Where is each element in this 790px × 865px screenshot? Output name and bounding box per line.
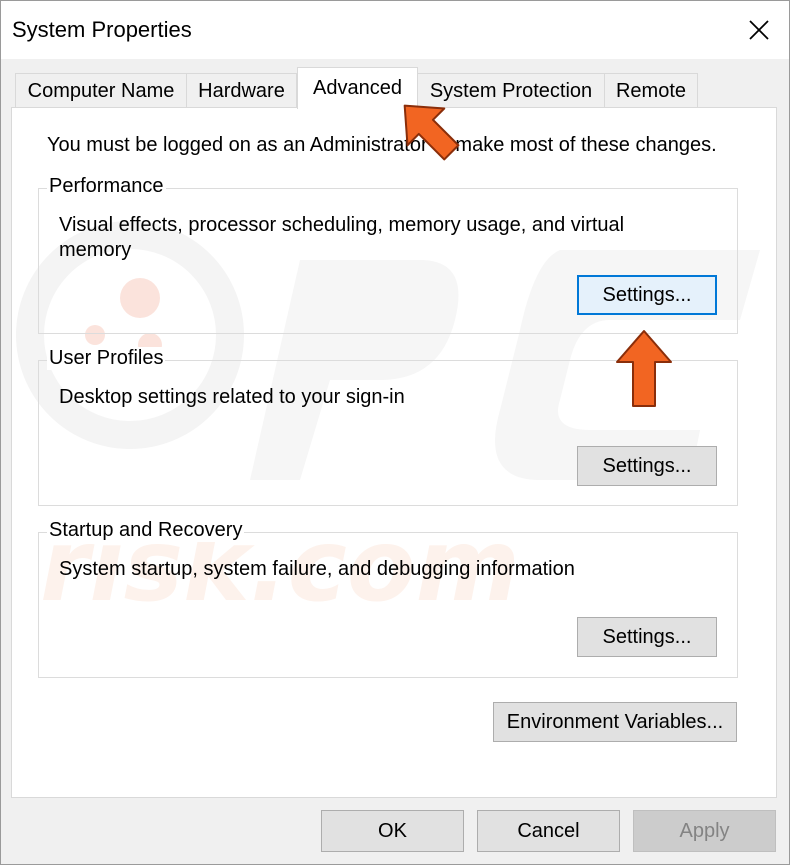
user-profiles-description: Desktop settings related to your sign-in	[59, 386, 405, 408]
startup-recovery-group: Startup and Recovery System startup, sys…	[38, 519, 738, 678]
ok-button[interactable]: OK	[321, 810, 464, 852]
performance-description: Visual effects, processor scheduling, me…	[59, 214, 625, 261]
user-profiles-label: User Profiles	[47, 347, 166, 370]
cancel-button[interactable]: Cancel	[477, 810, 620, 852]
environment-variables-button[interactable]: Environment Variables...	[493, 702, 737, 742]
advanced-content: You must be logged on as an Administrato…	[0, 0, 790, 865]
performance-settings-button[interactable]: Settings...	[577, 275, 717, 315]
apply-button[interactable]: Apply	[633, 810, 776, 852]
startup-recovery-label: Startup and Recovery	[47, 519, 245, 542]
startup-recovery-description: System startup, system failure, and debu…	[59, 558, 575, 580]
performance-group: Performance Visual effects, processor sc…	[38, 175, 738, 334]
performance-label: Performance	[47, 175, 166, 198]
admin-notice: You must be logged on as an Administrato…	[47, 134, 717, 156]
user-profiles-group: User Profiles Desktop settings related t…	[38, 347, 738, 506]
startup-recovery-settings-button[interactable]: Settings...	[577, 617, 717, 657]
tab-advanced[interactable]: Advanced	[297, 67, 418, 109]
user-profiles-settings-button[interactable]: Settings...	[577, 446, 717, 486]
